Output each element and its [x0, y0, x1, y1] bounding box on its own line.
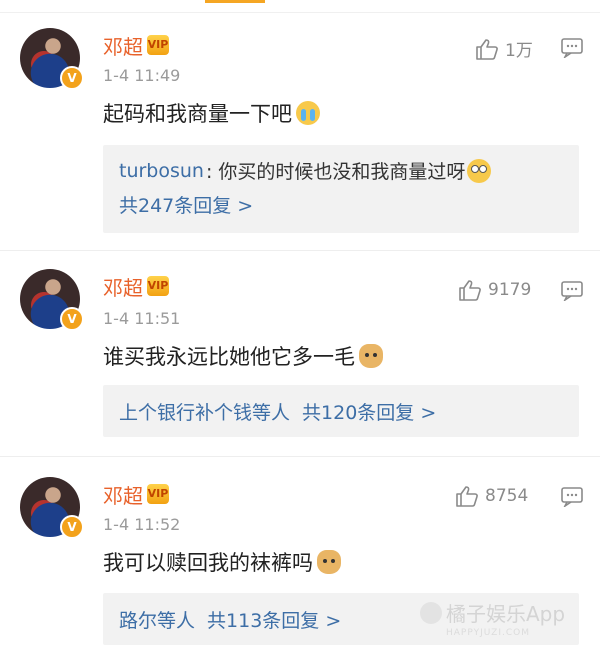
- username[interactable]: 邓超: [103, 31, 143, 60]
- comment-text-row: 我可以赎回我的袜裤吗: [103, 547, 341, 577]
- watermark-text: 橘子娱乐App: [446, 602, 566, 626]
- username[interactable]: 邓超: [103, 272, 143, 301]
- avatar[interactable]: V: [20, 28, 84, 90]
- watermark: 橘子娱乐App HAPPYJUZI.COM: [420, 598, 596, 648]
- verified-badge-icon: V: [60, 307, 84, 331]
- reply-text: : 你买的时候也没和我商量过呀: [205, 161, 466, 183]
- doge-emoji-icon: [359, 344, 383, 368]
- comment-time: 1-4 11:49: [103, 66, 181, 85]
- crown-badge-icon: VIP: [147, 35, 169, 55]
- verified-badge-icon: V: [60, 66, 84, 90]
- comment-item: V 邓超 VIP 1-4 11:51 9179 谁买我永远比她他它多一毛 上个银…: [0, 251, 600, 457]
- comment-item: V 邓超 VIP 1-4 11:49 1万 起码和我商量一下吧 turbosun…: [0, 12, 600, 251]
- like-button[interactable]: 9179: [458, 279, 531, 301]
- view-replies-link[interactable]: 共247条回复 >: [119, 191, 253, 218]
- reply-line: 上个银行补个钱等人 共120条回复 >: [119, 398, 436, 425]
- watermark-logo-icon: [420, 601, 442, 624]
- like-button[interactable]: 1万: [475, 36, 533, 61]
- username-row: 邓超 VIP: [103, 272, 169, 301]
- thumbs-up-icon: [456, 486, 478, 507]
- username-row: 邓超 VIP: [103, 480, 169, 509]
- comment-text: 谁买我永远比她他它多一毛: [103, 345, 355, 369]
- like-button[interactable]: 8754: [455, 485, 528, 507]
- eye-roll-emoji-icon: [467, 158, 492, 183]
- reply-preview[interactable]: 上个银行补个钱等人 共120条回复 >: [103, 385, 579, 437]
- reply-users[interactable]: 路尔等人: [119, 606, 195, 633]
- reply-line: 路尔等人 共113条回复 >: [119, 606, 341, 633]
- reply-users[interactable]: 上个银行补个钱等人: [119, 398, 290, 425]
- crying-emoji-icon: [296, 101, 320, 125]
- like-count: 9179: [488, 280, 532, 300]
- like-count: 1万: [505, 41, 533, 61]
- thumbs-up-icon: [476, 38, 498, 60]
- watermark-subtext: HAPPYJUZI.COM: [446, 628, 530, 638]
- comment-time: 1-4 11:51: [103, 309, 181, 328]
- verified-badge-icon: V: [60, 515, 84, 539]
- view-replies-link[interactable]: 共120条回复 >: [302, 398, 436, 425]
- reply-username[interactable]: turbosun: [119, 160, 204, 182]
- crown-badge-icon: VIP: [147, 484, 169, 504]
- comment-text-row: 谁买我永远比她他它多一毛: [103, 341, 383, 371]
- reply-comment-icon[interactable]: [561, 38, 583, 58]
- active-tab-indicator: [205, 0, 265, 3]
- username-row: 邓超 VIP: [103, 31, 169, 60]
- watermark-main: 橘子娱乐App: [420, 598, 565, 627]
- comment-text: 我可以赎回我的袜裤吗: [103, 551, 313, 575]
- reply-comment-icon[interactable]: [561, 487, 583, 507]
- avatar[interactable]: V: [20, 477, 84, 539]
- like-count: 8754: [485, 486, 529, 506]
- view-replies-link[interactable]: 共113条回复 >: [207, 606, 341, 633]
- doge-emoji-icon: [317, 550, 341, 574]
- comment-time: 1-4 11:52: [103, 515, 181, 534]
- reply-line: turbosun : 你买的时候也没和我商量过呀: [119, 157, 492, 184]
- reply-comment-icon[interactable]: [561, 281, 583, 301]
- thumbs-up-icon: [459, 280, 481, 301]
- username[interactable]: 邓超: [103, 480, 143, 509]
- comment-text-row: 起码和我商量一下吧: [103, 98, 320, 128]
- comment-text: 起码和我商量一下吧: [103, 102, 292, 126]
- reply-preview[interactable]: turbosun : 你买的时候也没和我商量过呀 共247条回复 >: [103, 145, 579, 233]
- crown-badge-icon: VIP: [147, 276, 169, 296]
- avatar[interactable]: V: [20, 269, 84, 331]
